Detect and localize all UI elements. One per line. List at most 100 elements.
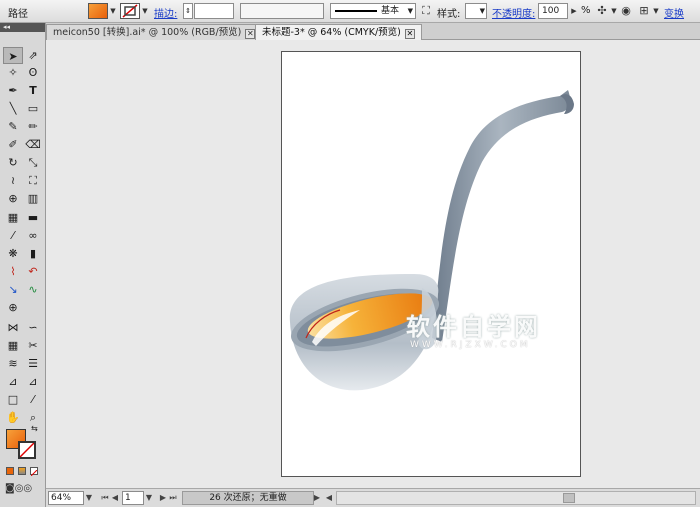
none-mode-button[interactable] [30, 467, 38, 477]
type-tool-icon[interactable]: T [23, 82, 43, 99]
warp-tool-icon[interactable]: ≀ [3, 172, 23, 189]
fill-dropdown-arrow[interactable]: ▼ [108, 3, 118, 19]
watermark-main-text: 软件自学网 [406, 313, 541, 341]
color-mode-button[interactable] [6, 467, 14, 475]
stroke-color-swatch[interactable] [120, 3, 140, 19]
brush-name-label: 基本 [381, 6, 400, 16]
tab-label: 未标题-3* @ 64% (CMYK/预览) [262, 27, 401, 38]
opacity-input[interactable]: 100 [538, 3, 568, 19]
recolor-artwork-icon[interactable]: ⛶ [418, 3, 434, 19]
measure-tool-icon[interactable]: ⊿ [3, 373, 23, 390]
style-label: 样式: [437, 9, 461, 20]
anchor-convert-icon[interactable]: ⌇ [3, 263, 23, 280]
object-type-label: 路径 [8, 9, 28, 20]
tools-panel: ◂◂ ➤ ⇗ ✧ ʘ ✒ T ╲ ▭ ✎ ✏ ✐ ⌫ ↻ ⤡ ≀ ⛶ ⊕ ▥ ▦… [0, 23, 46, 507]
stroke-weight-field[interactable] [194, 3, 234, 19]
document-canvas[interactable]: 软件自学网 WWW.RJZXW.COM [46, 40, 700, 488]
status-text: 26 次还原；无重做 [182, 491, 314, 505]
lasso-tool-icon[interactable]: ʘ [23, 64, 43, 81]
scroll-left-arrow[interactable]: ◀ [324, 491, 334, 505]
next-artboard-icon[interactable]: ▶ [158, 491, 168, 505]
rectangle-tool-icon[interactable]: ▭ [23, 100, 43, 117]
selection-tool-icon[interactable]: ➤ [3, 47, 23, 64]
align-dropdown-arrow[interactable]: ▼ [651, 3, 661, 19]
free-transform-tool-icon[interactable]: ⛶ [23, 172, 43, 189]
soup-ladle-artwork[interactable] [282, 52, 580, 476]
blob-brush-tool-icon[interactable]: ✐ [3, 136, 23, 153]
rotate-tool-icon[interactable]: ↻ [3, 154, 23, 171]
no-stroke-icon [122, 4, 138, 18]
no-stroke-large-icon [19, 442, 35, 458]
paintbrush-tool-icon[interactable]: ✎ [3, 118, 23, 135]
fill-color-swatch[interactable] [88, 3, 108, 19]
crop-area-tool-icon[interactable]: □ [3, 391, 23, 408]
artboard-tool-icon[interactable]: ⊕ [3, 299, 23, 316]
eraser-tool-icon[interactable]: ⌫ [23, 136, 43, 153]
variable-width-profile-field[interactable] [240, 3, 324, 19]
horizontal-scrollbar[interactable] [336, 491, 696, 505]
scissors-tool-icon[interactable]: ✂ [23, 337, 43, 354]
previous-artboard-icon[interactable]: ◀ [110, 491, 120, 505]
magic-wand-tool-icon[interactable]: ✧ [3, 64, 23, 81]
graphic-style-field[interactable]: ▼ [465, 3, 487, 19]
zoom-measure-icon[interactable]: ⊿ [23, 373, 43, 390]
close-icon[interactable]: ✕ [404, 29, 415, 39]
slice-tool-icon[interactable]: ⋈ [3, 319, 23, 336]
eyedropper-tool-icon[interactable]: ⁄ [3, 227, 23, 244]
artboard-number-field[interactable]: 1 [122, 491, 144, 505]
stroke-dropdown-arrow[interactable]: ▼ [140, 3, 150, 19]
opacity-dropdown-arrow[interactable]: ▶ [569, 3, 579, 19]
line-tool-icon[interactable]: ╲ [3, 100, 23, 117]
close-icon[interactable]: ✕ [245, 29, 256, 39]
tab-untitled-3[interactable]: 未标题-3* @ 64% (CMYK/预览) ✕ [255, 24, 422, 40]
first-artboard-icon[interactable]: ⏮ [100, 491, 110, 505]
horizontal-scroll-thumb[interactable] [563, 493, 575, 503]
stroke-swatch-large[interactable] [18, 441, 36, 459]
ladle-handle [432, 90, 570, 342]
artboard-dropdown-arrow[interactable]: ▼ [144, 491, 154, 505]
none-mode-icon [30, 469, 38, 477]
tab-meicon50[interactable]: meicon50 [转换].ai* @ 100% (RGB/预览) ✕ [46, 24, 263, 40]
symbol-sprayer-tool-icon[interactable]: ❋ [3, 245, 23, 262]
brush-definition-field[interactable]: 基本 ▼ [330, 3, 416, 19]
zoom-dropdown-arrow[interactable]: ▼ [84, 491, 94, 505]
gradient-mode-button[interactable] [18, 467, 26, 475]
width-tool-icon[interactable]: ∽ [23, 319, 43, 336]
tab-label: meicon50 [转换].ai* @ 100% (RGB/预览) [53, 27, 242, 38]
mesh-tool-icon[interactable]: ▦ [3, 337, 23, 354]
perspective-grid-tool-icon[interactable]: ▦ [3, 209, 23, 226]
swap-fill-stroke-icon[interactable]: ⇆ [31, 424, 38, 433]
last-artboard-icon[interactable]: ⏭ [168, 491, 178, 505]
pen-tool-icon[interactable]: ✒ [3, 82, 23, 99]
column-graph-tool-icon[interactable]: ▮ [23, 245, 43, 262]
brush-stroke-preview [335, 10, 377, 12]
smooth-tool-icon[interactable]: ↘ [3, 281, 23, 298]
artboard[interactable] [281, 51, 581, 477]
gradient-tool-icon[interactable]: ▬ [23, 209, 43, 226]
watermark: 软件自学网 WWW.RJZXW.COM [406, 307, 606, 350]
pencil-tool-icon[interactable]: ✏ [23, 118, 43, 135]
live-paint-bucket-icon[interactable]: ▥ [23, 190, 43, 207]
blend-tool-icon[interactable]: ∞ [23, 227, 43, 244]
scale-tool-icon[interactable]: ⤡ [23, 154, 43, 171]
anchor-curve-icon[interactable]: ↶ [23, 263, 43, 280]
transform-panel-link[interactable]: 变换 [664, 5, 684, 20]
hand-tool-icon[interactable]: ✋ [3, 409, 23, 426]
direct-selection-tool-icon[interactable]: ⇗ [23, 47, 43, 64]
shape-builder-tool-icon[interactable]: ⊕ [3, 190, 23, 207]
status-menu-arrow[interactable]: ▶ [312, 491, 322, 505]
align-grid-icon[interactable]: ⊞ [636, 3, 652, 19]
stroke-weight-stepper[interactable]: ⇕ [183, 3, 193, 19]
tools-panel-grip[interactable]: ◂◂ [0, 23, 45, 32]
knife-tool-icon[interactable]: ≋ [3, 355, 23, 372]
watermark-sub-text: WWW.RJZXW.COM [410, 340, 531, 350]
stroke-panel-link[interactable]: 描边: [154, 5, 177, 20]
drawing-mode-icons[interactable]: ◙◎◎ [5, 483, 32, 494]
opacity-panel-link[interactable]: 不透明度: [492, 5, 535, 20]
print-tiling-tool-icon[interactable]: ⁄ [23, 391, 43, 408]
path-eraser-icon[interactable]: ∿ [23, 281, 43, 298]
zoom-field[interactable]: 64% [48, 491, 84, 505]
align-tool-icon[interactable]: ☰ [23, 355, 43, 372]
globe-icon[interactable]: ◉ [618, 3, 634, 19]
puppet-warp-icon[interactable]: ✣ [594, 3, 610, 19]
